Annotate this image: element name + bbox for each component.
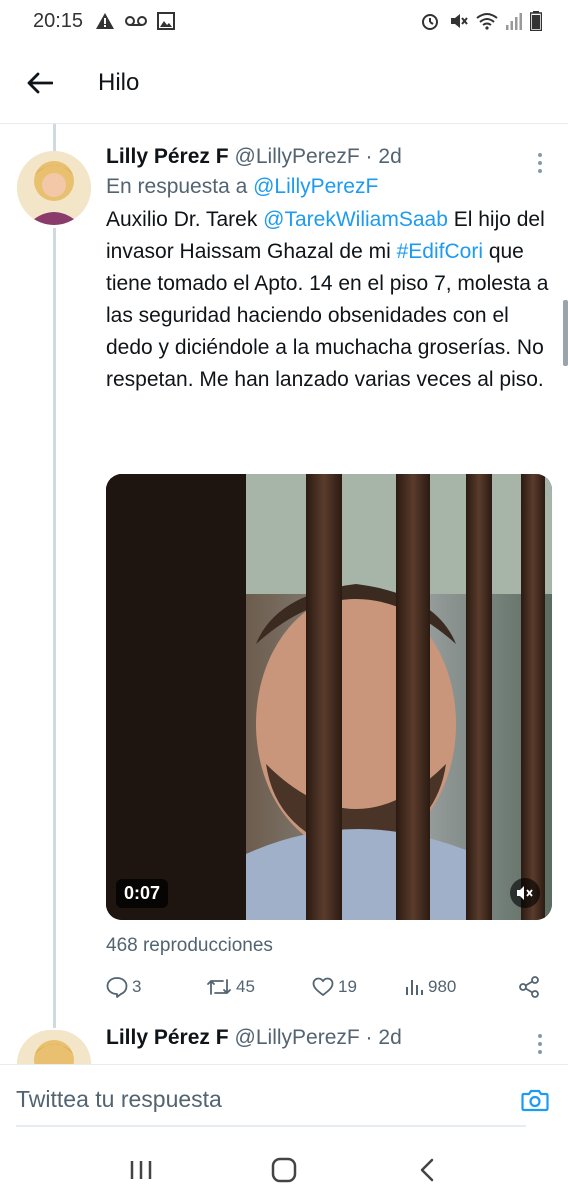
reply-composer[interactable]: Twittea tu respuesta: [0, 1064, 568, 1134]
retweet-icon: [207, 979, 231, 995]
mute-button[interactable]: [510, 878, 540, 908]
thread-line: [53, 228, 56, 1028]
views-button[interactable]: 980: [404, 977, 504, 997]
avatar[interactable]: [17, 151, 91, 225]
more-options-button[interactable]: [528, 151, 552, 175]
battery-icon: [530, 11, 542, 31]
image-icon: [157, 12, 176, 30]
reply-to-handle[interactable]: @LillyPerezF: [253, 175, 378, 198]
view-count: 980: [428, 977, 457, 996]
home-icon: [271, 1157, 297, 1183]
share-button[interactable]: [518, 976, 540, 998]
handle-and-time: @LillyPerezF · 2d: [234, 1026, 402, 1049]
mute-icon: [451, 14, 468, 28]
reply-to-line: En respuesta a @LillyPerezF: [106, 175, 552, 199]
tweet[interactable]: Lilly Pérez F @LillyPerezF · 2d En respu…: [106, 145, 552, 396]
tweet-header: Lilly Pérez F @LillyPerezF · 2d: [106, 145, 552, 169]
home-button[interactable]: [264, 1150, 304, 1190]
share-icon: [519, 976, 539, 998]
mention-link[interactable]: @TarekWiliamSaab: [263, 208, 448, 231]
back-button[interactable]: [20, 63, 60, 103]
tweet[interactable]: Lilly Pérez F @LillyPerezF · 2d: [106, 1026, 552, 1054]
back-nav-button[interactable]: [407, 1150, 447, 1190]
wifi-icon: [476, 13, 498, 30]
arrow-left-icon: [27, 72, 53, 93]
reply-button[interactable]: 3: [106, 976, 206, 998]
reply-icon: [106, 977, 128, 998]
analytics-icon: [406, 980, 423, 995]
display-name[interactable]: Lilly Pérez F: [106, 145, 229, 169]
page-title: Hilo: [98, 68, 140, 96]
status-time: 20:15: [33, 9, 84, 32]
recent-apps-button[interactable]: [121, 1150, 161, 1190]
heart-icon: [312, 977, 334, 996]
status-bar: 20:15: [0, 0, 568, 42]
reply-count: 3: [132, 977, 142, 996]
divider: [16, 1125, 526, 1127]
reply-prefix: En respuesta a: [106, 175, 248, 198]
app-header: Hilo: [0, 42, 568, 124]
more-options-button[interactable]: [528, 1032, 552, 1056]
camera-button[interactable]: [520, 1085, 550, 1115]
hashtag-link[interactable]: #EdifCori: [397, 240, 483, 263]
warning-icon: [96, 13, 115, 29]
system-nav-bar: [0, 1140, 568, 1200]
handle-and-time: @LillyPerezF · 2d: [234, 145, 402, 168]
retweet-button[interactable]: 45: [206, 977, 312, 997]
chevron-left-icon: [420, 1158, 433, 1182]
signal-icon: [506, 13, 522, 30]
video-player[interactable]: 0:07: [106, 474, 552, 920]
voicemail-icon: [125, 16, 148, 26]
retweet-count: 45: [236, 977, 255, 996]
reply-input[interactable]: Twittea tu respuesta: [16, 1086, 222, 1113]
tweet-actions: 3 45 19 980: [106, 972, 540, 1002]
volume-muted-icon: [517, 886, 533, 900]
video-thumbnail: [106, 474, 552, 920]
video-duration: 0:07: [116, 879, 169, 908]
display-name[interactable]: Lilly Pérez F: [106, 1026, 229, 1050]
recent-apps-icon: [131, 1161, 152, 1179]
alarm-icon: [422, 14, 438, 30]
avatar[interactable]: [17, 1030, 91, 1064]
like-count: 19: [338, 977, 357, 996]
views-count-text: 468 reproducciones: [106, 935, 273, 956]
tweet-text-part: Auxilio Dr. Tarek: [106, 208, 264, 231]
scrollbar[interactable]: [563, 300, 568, 366]
tweet-header: Lilly Pérez F @LillyPerezF · 2d: [106, 1026, 552, 1050]
tweet-text: Auxilio Dr. Tarek @TarekWiliamSaab El hi…: [106, 204, 552, 396]
camera-icon: [521, 1089, 549, 1111]
like-button[interactable]: 19: [312, 977, 404, 997]
